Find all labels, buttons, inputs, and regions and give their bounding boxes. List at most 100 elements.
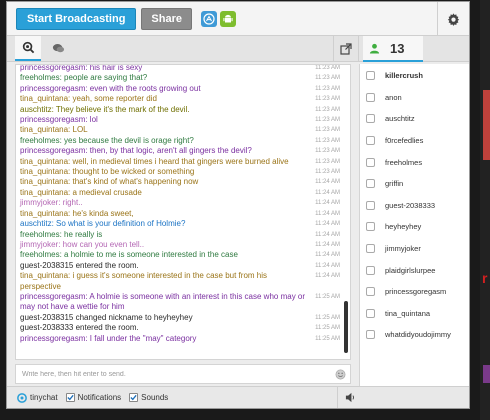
user-list-item[interactable]: guest-2038333 [360, 195, 469, 217]
user-select-checkbox[interactable] [366, 92, 375, 102]
user-select-checkbox[interactable] [366, 222, 375, 232]
message-text: princessgoregasm: I fall under the "may"… [20, 333, 197, 343]
chat-message: tina_quintana: he's kinda sweet, 11:24 AM [20, 209, 340, 219]
tinychat-label: tinychat [30, 393, 58, 402]
background-text: r [482, 270, 488, 286]
chat-bubble-icon [52, 44, 64, 53]
chat-message: princessgoregasm: his hair is sexy 11:23 … [20, 64, 340, 73]
magnifier-icon [22, 41, 34, 54]
notifications-checkbox[interactable]: Notifications [65, 393, 121, 402]
start-broadcasting-button[interactable]: Start Broadcasting [16, 7, 137, 30]
tab-users[interactable]: 13 [363, 36, 423, 62]
user-list: killercrush anon auschtitz f0rcefedlies free… [359, 64, 469, 408]
user-name: anon [385, 92, 402, 102]
chat-log[interactable]: princessgoregasm: his hair is sexy 11:23 … [15, 64, 351, 360]
user-list-item[interactable]: whatdidyoudojimmy [360, 324, 469, 346]
user-list-item[interactable]: f0rcefedlies [360, 130, 469, 152]
user-select-checkbox[interactable] [366, 157, 375, 167]
message-text: jimmyjoker: right.. [20, 198, 83, 208]
scrollbar-thumb[interactable] [344, 301, 348, 353]
message-text: auschtitz: So what is your definition of… [20, 219, 186, 229]
message-timestamp: 11:24 AM [315, 210, 340, 217]
tinychat-window: Start Broadcasting Share 13 princessgore… [6, 1, 470, 409]
user-select-checkbox[interactable] [366, 114, 375, 124]
sounds-checkbox[interactable]: Sounds [129, 393, 168, 402]
settings-button[interactable] [437, 2, 469, 36]
message-timestamp: 11:23 AM [315, 85, 340, 92]
user-name: guest-2038333 [385, 200, 436, 210]
tinychat-logo-icon [17, 392, 27, 403]
user-list-item[interactable]: jimmyjoker [360, 238, 469, 260]
message-input[interactable] [22, 370, 322, 378]
message-timestamp: 11:24 AM [315, 179, 340, 186]
user-list-item[interactable]: anon [360, 87, 469, 109]
smiley-icon[interactable] [335, 369, 346, 380]
message-text: freeholmes: yes because the devil is ora… [20, 135, 194, 145]
user-list-item[interactable]: freeholmes [360, 151, 469, 173]
bottom-bar: tinychat Notifications Sounds [7, 386, 469, 408]
message-text: princessgoregasm: A holmie is someone wi… [20, 291, 306, 312]
message-timestamp: 11:25 AM [315, 325, 340, 332]
user-list-item[interactable]: plaidgirlslurpee [360, 259, 469, 281]
message-text: princessgoregasm: even with the roots gr… [20, 83, 201, 93]
tab-main-chat[interactable] [15, 36, 41, 61]
chat-message: tina_quintana: that's kind of what's hap… [20, 177, 340, 187]
sounds-label: Sounds [141, 393, 169, 402]
user-name: auschtitz [385, 114, 415, 124]
user-select-checkbox[interactable] [366, 287, 375, 297]
user-list-item[interactable]: tina_quintana [360, 303, 469, 325]
message-text: tina_quintana: that's kind of what's hap… [20, 177, 199, 187]
user-name: freeholmes [385, 157, 423, 167]
chat-message: tina_quintana: thought to be wicked or s… [20, 167, 340, 177]
background-image [483, 365, 490, 383]
user-list-item[interactable]: killercrush [360, 65, 469, 87]
message-timestamp: 11:25 AM [315, 293, 340, 300]
user-list-item[interactable]: princessgoregasm [360, 281, 469, 303]
message-input-box [15, 364, 351, 384]
user-select-checkbox[interactable] [366, 136, 375, 146]
popout-button[interactable] [333, 36, 359, 61]
sounds-check[interactable] [129, 393, 139, 402]
background-image [483, 90, 490, 160]
android-icon[interactable] [220, 10, 236, 27]
user-name: princessgoregasm [385, 287, 447, 297]
message-text: guest-2038315 entered the room. [20, 260, 139, 270]
message-timestamp: 11:23 AM [315, 127, 340, 134]
chat-message: guest-2038333 entered the room. 11:25 AM [20, 323, 340, 333]
message-timestamp: 11:23 AM [315, 75, 340, 82]
message-timestamp: 11:23 AM [315, 117, 340, 124]
gear-icon [447, 12, 460, 26]
volume-button[interactable] [337, 387, 363, 408]
message-timestamp: 11:24 AM [315, 200, 340, 207]
message-text: princessgoregasm: his hair is sexy [20, 64, 143, 72]
user-list-item[interactable]: griffin [360, 173, 469, 195]
chat-message: freeholmes: people are saying that? 11:23… [20, 73, 340, 83]
tinychat-toggle[interactable]: tinychat [17, 392, 58, 403]
apple-store-icon[interactable] [201, 10, 217, 27]
user-select-checkbox[interactable] [366, 200, 375, 210]
user-list-item[interactable]: auschtitz [360, 108, 469, 130]
chat-message: princessgoregasm: A holmie is someone wi… [20, 292, 340, 313]
user-select-checkbox[interactable] [366, 265, 375, 275]
user-name: killercrush [385, 71, 423, 81]
user-select-checkbox[interactable] [366, 71, 375, 81]
chat-scrollbar[interactable] [343, 67, 349, 359]
user-list-item[interactable]: heyheyhey [360, 216, 469, 238]
tab-private-messages[interactable] [45, 36, 71, 61]
user-select-checkbox[interactable] [366, 179, 375, 189]
chat-message: freeholmes: he really is 11:24 AM [20, 230, 340, 240]
chat-message: tina_quintana: yeah, some reporter did 11… [20, 94, 340, 104]
chat-message: tina_quintana: well, in medieval times i… [20, 157, 340, 167]
message-text: princessgoregasm: then, by that logic, a… [20, 146, 252, 156]
message-text: tina_quintana: thought to be wicked or s… [20, 167, 195, 177]
chat-message: freeholmes: a holmie to me is someone in… [20, 250, 340, 260]
chat-message: princessgoregasm: I fall under the "may"… [20, 334, 340, 344]
message-timestamp: 11:23 AM [315, 158, 340, 165]
user-select-checkbox[interactable] [366, 244, 375, 254]
notifications-check[interactable] [65, 393, 75, 402]
user-select-checkbox[interactable] [366, 308, 375, 318]
message-timestamp: 11:24 AM [315, 241, 340, 248]
user-name: whatdidyoudojimmy [385, 330, 451, 340]
user-select-checkbox[interactable] [366, 330, 375, 340]
share-button[interactable]: Share [141, 7, 192, 30]
